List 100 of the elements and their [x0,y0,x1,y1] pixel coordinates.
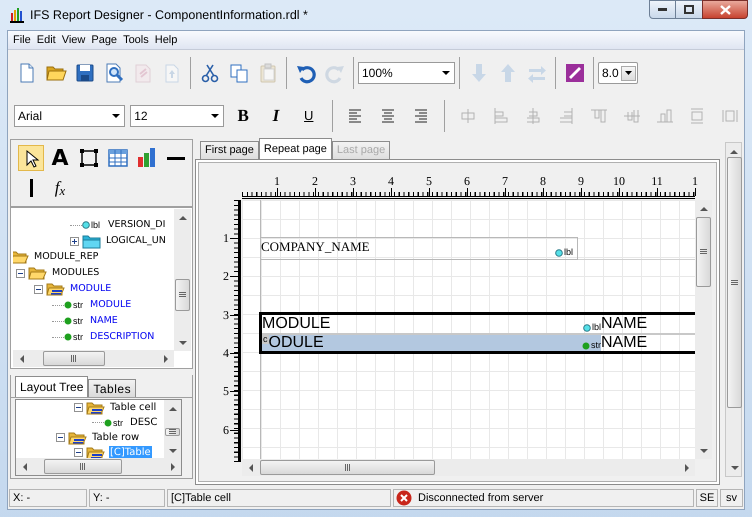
tool-button[interactable] [18,145,44,171]
collapse-button[interactable] [16,268,25,278]
ruler-number: 3 [223,306,229,324]
collapse-button[interactable] [74,448,83,457]
scroll-arrow-icon [164,354,168,362]
menu-item[interactable]: File [10,32,34,48]
minus-icon [76,450,81,455]
scrollbar[interactable] [695,200,712,459]
tree-item[interactable]: VERSION_DI [107,218,166,232]
collapse-button[interactable] [56,433,65,442]
dropdown[interactable]: 8.0 [598,62,638,84]
label-field[interactable]: COMPANY_NAME lbl [260,237,578,260]
menu-item[interactable]: Page [88,32,120,48]
field-dot-icon [64,333,72,341]
minus-icon [58,435,63,440]
grip-icon [169,429,176,435]
tree-item[interactable]: DESCRIPTION [89,330,156,344]
scrollbar-thumb[interactable] [165,428,180,436]
tab[interactable]: Tables [88,379,136,397]
tree-item[interactable]: DESC [129,416,158,430]
dropdown[interactable]: 100% [358,62,455,84]
field-type: str [73,332,84,342]
field-dot-icon [554,249,563,257]
field-dot-icon [582,342,590,350]
dropdown[interactable]: 12 [130,105,224,127]
grip-icon [344,464,350,471]
tree-item[interactable]: NAME [89,314,119,328]
tree-item[interactable]: LOGICAL_UN [105,234,167,248]
scroll-arrow-icon [730,150,738,154]
field-dot-icon [104,418,112,426]
ruler-number: 4 [223,344,229,362]
ruler-number: 4 [388,173,394,190]
copy-icon [228,62,250,84]
tool-button[interactable]: f$_{x}$ [47,175,73,201]
cell-text: NAME [601,315,648,333]
tab[interactable]: First page [200,141,259,159]
collapse-button[interactable] [34,284,43,294]
status-text: sv [720,489,743,507]
field-dot-icon [64,301,72,309]
dropdown[interactable]: Arial [14,105,126,127]
tree-item[interactable]: MODULE [89,298,132,312]
menu-item[interactable]: Edit [34,32,59,48]
italic-button[interactable]: I [262,103,290,129]
tool-button[interactable]: A [47,145,73,171]
field-type: str [73,300,84,310]
underline-button[interactable]: U [294,103,323,129]
status-text: X: - [9,489,87,507]
tree-item[interactable]: MODULES [51,266,100,280]
scroll-arrow-icon [178,340,186,344]
cell-text: ODULE [268,335,324,351]
scrollbar[interactable] [164,400,181,459]
scrollbar-thumb[interactable] [44,459,122,474]
minimize-icon [658,8,667,11]
scrollbar[interactable] [16,458,181,475]
minus-icon [36,286,41,292]
scrollbar[interactable] [174,209,191,351]
ruler-number: 1 [223,230,229,247]
grip-icon [71,355,77,362]
cell-text: NAME [601,335,648,351]
caret-icon [211,114,220,118]
close-button[interactable] [702,0,748,19]
table-cell[interactable]: NAME [601,335,695,351]
menu-item[interactable]: Tools [120,32,152,48]
scroll-arrow-icon [700,448,708,452]
table-cell[interactable]: MODULE lbl [262,315,601,333]
tree-item[interactable]: MODULE [69,282,112,296]
tree-item[interactable]: Table cell [109,400,158,414]
field-type: str [113,418,124,428]
bar-chart-icon [136,147,158,169]
scrollbar[interactable] [13,350,174,367]
field-type: lbl [91,220,102,230]
ruler-number: 1 [274,173,280,190]
collapse-button[interactable] [74,403,83,412]
tab[interactable]: Layout Tree [15,376,88,397]
tab[interactable]: Repeat page [258,138,332,159]
table-icon [107,147,129,169]
bold-button[interactable]: B [229,103,258,129]
scrollbar-thumb[interactable] [727,157,742,408]
scrollbar-thumb[interactable] [696,217,711,287]
scrollbar[interactable] [242,459,695,476]
tree-item[interactable]: MODULE_REP [33,250,100,264]
grip-icon [731,280,738,286]
menu-item[interactable]: View [58,32,88,48]
scroll-arrow-icon [22,462,26,470]
minimize-button[interactable] [649,0,676,19]
scrollbar-thumb[interactable] [260,460,435,475]
maximize-button[interactable] [676,0,702,19]
tree-item[interactable]: Table row [91,430,140,444]
ruler-number: 9 [578,173,584,190]
scrollbar[interactable] [725,142,742,477]
expand-button[interactable] [70,236,79,246]
close-icon [720,4,730,14]
menu-item[interactable]: Help [152,32,180,48]
scrollbar-thumb[interactable] [175,279,190,311]
table-cell[interactable]: NAME [601,315,695,333]
ruler-number: 2 [312,173,318,190]
dropdown-arrow-button[interactable] [621,66,636,80]
grip-icon [179,292,186,298]
status-text: [C]Table cell [167,489,391,507]
scrollbar-thumb[interactable] [43,351,105,366]
